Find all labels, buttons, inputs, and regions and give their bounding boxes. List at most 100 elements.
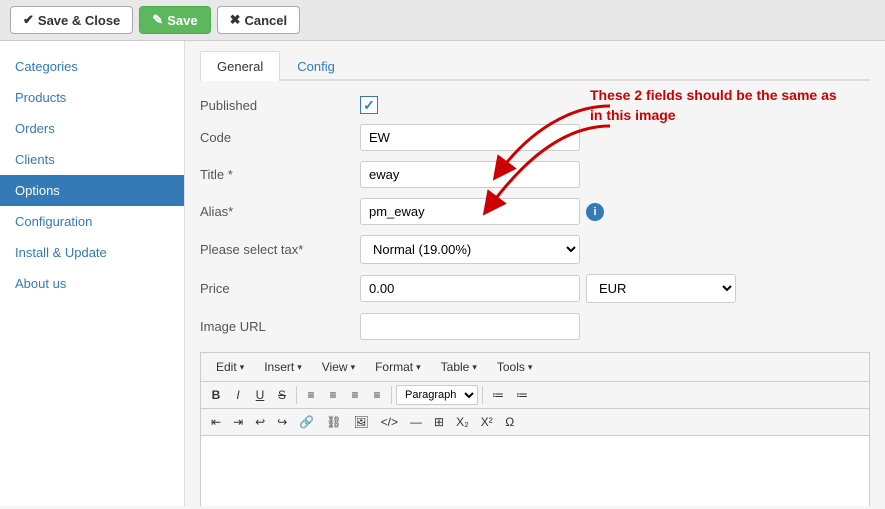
subscript-button[interactable]: X₂ xyxy=(451,412,474,432)
image-url-input[interactable] xyxy=(360,313,580,340)
strikethrough-button[interactable]: S xyxy=(272,385,292,405)
save-button[interactable]: ✎ Save xyxy=(139,6,210,34)
title-label: Title * xyxy=(200,167,360,182)
sidebar-item-install-update[interactable]: Install & Update xyxy=(0,237,184,268)
align-left-button[interactable]: ≡ xyxy=(301,385,321,405)
tax-field: Normal (19.00%) xyxy=(360,235,870,264)
published-label: Published xyxy=(200,98,360,113)
redo-button[interactable]: ↪ xyxy=(272,412,292,432)
sidebar-item-orders[interactable]: Orders xyxy=(0,113,184,144)
main-toolbar: ✔ Save & Close ✎ Save ✖ Cancel xyxy=(0,0,885,41)
code-label: Code xyxy=(200,130,360,145)
price-label: Price xyxy=(200,281,360,296)
code-button[interactable]: </> xyxy=(376,412,403,432)
sidebar-item-clients[interactable]: Clients xyxy=(0,144,184,175)
code-row: Code xyxy=(200,124,870,151)
published-checkbox[interactable]: ✓ xyxy=(360,96,378,114)
tax-row: Please select tax* Normal (19.00%) xyxy=(200,235,870,264)
unlink-button[interactable]: ⛓ xyxy=(321,412,346,432)
outdent-button[interactable]: ⇤ xyxy=(206,412,226,432)
alias-label: Alias* xyxy=(200,204,360,219)
check-icon: ✔ xyxy=(23,12,34,28)
editor-menu-view[interactable]: View ▾ xyxy=(312,356,365,378)
hr-button[interactable]: — xyxy=(405,412,427,432)
chevron-down-icon: ▾ xyxy=(416,362,421,373)
chevron-down-icon: ▾ xyxy=(297,362,302,373)
save-close-label: Save & Close xyxy=(38,13,120,28)
tab-general[interactable]: General xyxy=(200,51,280,81)
editor-body[interactable] xyxy=(200,435,870,506)
tax-select[interactable]: Normal (19.00%) xyxy=(360,235,580,264)
check-mark: ✓ xyxy=(363,97,375,114)
info-icon[interactable]: i xyxy=(586,203,604,221)
align-center-button[interactable]: ≡ xyxy=(323,385,343,405)
image-url-label: Image URL xyxy=(200,319,360,334)
undo-button[interactable]: ↩ xyxy=(250,412,270,432)
alias-field: i xyxy=(360,198,870,225)
currency-select[interactable]: EUR xyxy=(586,274,736,303)
image-button[interactable]: 🖼 xyxy=(348,412,373,432)
title-input[interactable] xyxy=(360,161,580,188)
price-row: Price EUR xyxy=(200,274,870,303)
editor-menu-format[interactable]: Format ▾ xyxy=(365,356,431,378)
sidebar: Categories Products Orders Clients Optio… xyxy=(0,41,185,506)
divider xyxy=(391,386,392,404)
code-field xyxy=(360,124,870,151)
alias-input[interactable] xyxy=(360,198,580,225)
unordered-list-button[interactable]: ≔ xyxy=(487,385,509,405)
chevron-down-icon: ▾ xyxy=(472,362,477,373)
image-url-field xyxy=(360,313,870,340)
sidebar-item-about-us[interactable]: About us xyxy=(0,268,184,299)
published-row: Published ✓ xyxy=(200,96,870,114)
align-justify-button[interactable]: ≡ xyxy=(367,385,387,405)
image-url-row: Image URL xyxy=(200,313,870,340)
editor-toolbar-1: B I U S ≡ ≡ ≡ ≡ Paragraph Heading 1 Head… xyxy=(200,381,870,408)
alias-row: Alias* i xyxy=(200,198,870,225)
save-label: Save xyxy=(167,13,197,28)
editor-menu-edit[interactable]: Edit ▾ xyxy=(206,356,254,378)
title-field xyxy=(360,161,870,188)
link-button[interactable]: 🔗 xyxy=(294,412,319,432)
editor-toolbar-2: ⇤ ⇥ ↩ ↪ 🔗 ⛓ 🖼 </> — ⊞ X₂ X² Ω xyxy=(200,408,870,435)
sidebar-item-products[interactable]: Products xyxy=(0,82,184,113)
italic-button[interactable]: I xyxy=(228,385,248,405)
editor-menu-bar: Edit ▾ Insert ▾ View ▾ Format ▾ Table xyxy=(200,352,870,381)
special-char-button[interactable]: Ω xyxy=(500,412,520,432)
form-annotation-wrapper: These 2 fields should be the same as in … xyxy=(200,96,870,340)
editor-menu-insert[interactable]: Insert ▾ xyxy=(254,356,312,378)
tab-bar: General Config xyxy=(200,51,870,81)
sidebar-item-categories[interactable]: Categories xyxy=(0,51,184,82)
title-row: Title * xyxy=(200,161,870,188)
sidebar-item-configuration[interactable]: Configuration xyxy=(0,206,184,237)
tax-label: Please select tax* xyxy=(200,242,360,257)
superscript-button[interactable]: X² xyxy=(476,412,498,432)
save-close-button[interactable]: ✔ Save & Close xyxy=(10,6,133,34)
save-icon: ✎ xyxy=(152,12,163,28)
chevron-down-icon: ▾ xyxy=(528,362,533,373)
divider xyxy=(482,386,483,404)
align-right-button[interactable]: ≡ xyxy=(345,385,365,405)
editor-menu-tools[interactable]: Tools ▾ xyxy=(487,356,543,378)
price-field: EUR xyxy=(360,274,870,303)
underline-button[interactable]: U xyxy=(250,385,270,405)
cancel-icon: ✖ xyxy=(230,12,241,28)
code-input[interactable] xyxy=(360,124,580,151)
tab-config[interactable]: Config xyxy=(280,51,352,81)
published-field: ✓ xyxy=(360,96,870,114)
cancel-button[interactable]: ✖ Cancel xyxy=(217,6,301,34)
main-content: General Config These 2 fields should be … xyxy=(185,41,885,506)
divider xyxy=(296,386,297,404)
cancel-label: Cancel xyxy=(244,13,287,28)
bold-button[interactable]: B xyxy=(206,385,226,405)
paragraph-style-select[interactable]: Paragraph Heading 1 Heading 2 xyxy=(396,385,478,405)
price-input[interactable] xyxy=(360,275,580,302)
editor-menu-table[interactable]: Table ▾ xyxy=(431,356,487,378)
chevron-down-icon: ▾ xyxy=(351,362,356,373)
table-insert-button[interactable]: ⊞ xyxy=(429,412,449,432)
editor-section: Edit ▾ Insert ▾ View ▾ Format ▾ Table xyxy=(200,352,870,506)
chevron-down-icon: ▾ xyxy=(240,362,245,373)
indent-button[interactable]: ⇥ xyxy=(228,412,248,432)
page-layout: Categories Products Orders Clients Optio… xyxy=(0,41,885,506)
ordered-list-button[interactable]: ≔ xyxy=(511,385,533,405)
sidebar-item-options[interactable]: Options xyxy=(0,175,184,206)
